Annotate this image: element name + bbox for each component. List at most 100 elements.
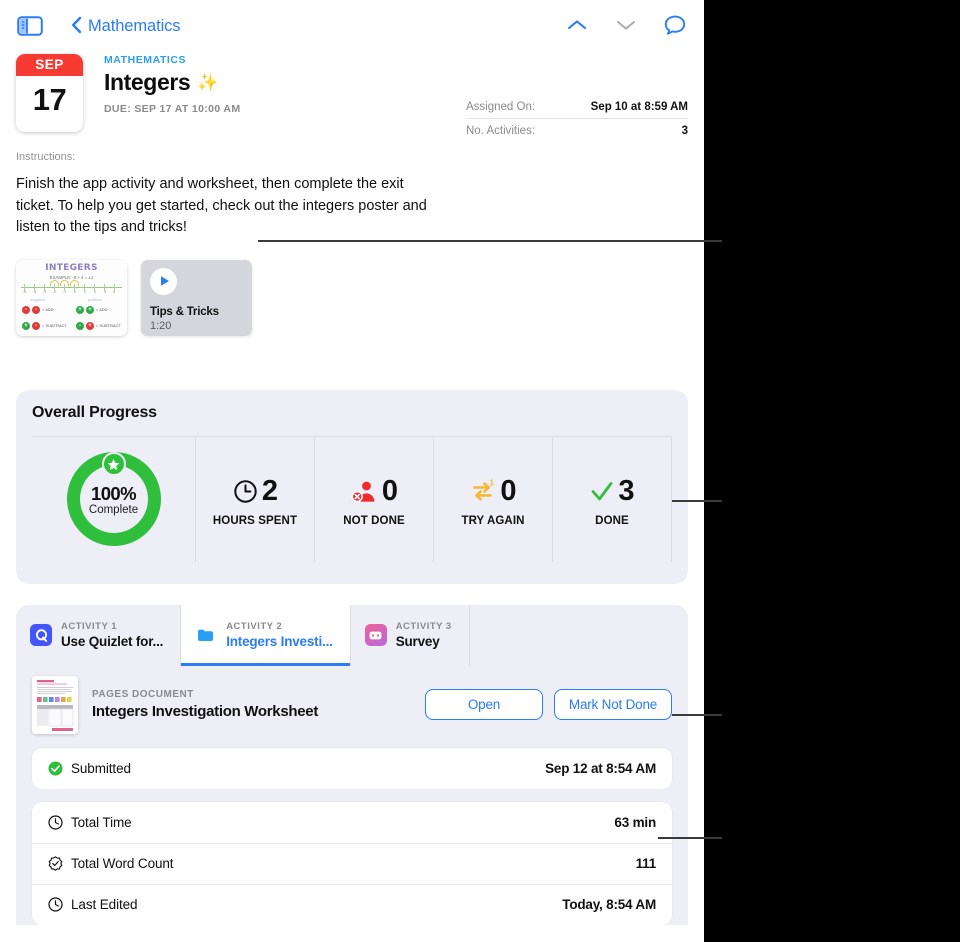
number-label: 3 xyxy=(104,289,106,294)
chevron-up-icon[interactable] xyxy=(564,13,590,37)
loop-retry-icon: 1 xyxy=(473,479,495,501)
mark-not-done-button[interactable]: Mark Not Done xyxy=(554,689,672,720)
open-button[interactable]: Open xyxy=(425,689,543,720)
stat-done: 3 DONE xyxy=(552,436,672,562)
progress-label: Complete xyxy=(88,503,139,516)
number-label: 1 xyxy=(84,289,86,294)
audio-duration: 1:20 xyxy=(150,319,172,332)
progress-stats: 100% Complete 2 HOURS SPENT 0 NOT DONE 1… xyxy=(32,436,672,562)
ring-center-text: 100% Complete xyxy=(89,483,138,516)
tips-and-tricks-audio-card[interactable]: Tips & Tricks 1:20 xyxy=(141,259,252,336)
row-label: Last Edited xyxy=(71,897,138,912)
sidebar-toggle-icon[interactable] xyxy=(17,16,43,36)
callout-leader-line xyxy=(672,714,722,716)
stat-top: 3 xyxy=(590,477,635,506)
back-chevron-icon[interactable] xyxy=(70,15,84,35)
number-label: -1 xyxy=(63,289,67,294)
legend-chip: - xyxy=(32,321,40,330)
row-label: Total Word Count xyxy=(71,856,174,871)
number-label: -2 xyxy=(53,289,57,294)
clock-icon xyxy=(48,814,63,830)
assignment-detail-window: Mathematics SEP 17 MATHEMATICS Integers … xyxy=(0,0,704,942)
meta-row: No. Activities: 3 xyxy=(466,118,688,142)
poster-artwork: INTEGERS EXAMPLE: -5 + 4 = ±1 -5 -4 -3 -… xyxy=(16,259,127,336)
tab-activity-2[interactable]: ACTIVITY 2 Integers Investi... xyxy=(181,604,351,666)
title-line: Integers ✨ xyxy=(104,69,240,96)
row-label: Total Time xyxy=(71,814,132,830)
instructions-text: Finish the app activity and worksheet, t… xyxy=(16,176,427,235)
audio-title: Tips & Tricks xyxy=(150,305,219,318)
meta-value: 3 xyxy=(681,125,688,137)
stat-hours-spent: 2 HOURS SPENT xyxy=(195,436,314,562)
tab-text: ACTIVITY 2 Integers Investi... xyxy=(226,621,333,649)
integers-poster-thumbnail[interactable]: INTEGERS EXAMPLE: -5 + 4 = ±1 -5 -4 -3 -… xyxy=(16,259,127,336)
progress-percent: 100% xyxy=(91,482,137,504)
progress-ring-track: 100% Complete xyxy=(66,452,161,546)
legend-chip: - xyxy=(22,305,30,314)
legend-text: = ADD xyxy=(96,307,108,312)
stat-not-done: 0 NOT DONE xyxy=(314,436,433,562)
files-app-icon xyxy=(195,624,218,646)
number-label: -5 xyxy=(23,289,27,294)
poster-legend-row: + + = ADD xyxy=(76,305,108,314)
poster-legend-row: - - = ADD xyxy=(22,305,54,314)
chevron-down-icon[interactable] xyxy=(613,13,639,37)
row-key: Submitted xyxy=(48,761,131,776)
poster-legend-row: + - = SUBTRACT xyxy=(22,321,68,330)
submitted-card: Submitted Sep 12 at 8:54 AM xyxy=(32,747,672,789)
due-date-label: DUE: SEP 17 AT 10:00 AM xyxy=(104,103,241,115)
row-value: 63 min xyxy=(614,814,656,830)
stat-top: 0 xyxy=(351,477,398,506)
submitted-value: Sep 12 at 8:54 AM xyxy=(545,760,656,776)
assignment-meta-table: Assigned On: Sep 10 at 8:59 AM No. Activ… xyxy=(466,98,688,142)
page-title: Integers xyxy=(104,69,191,95)
completion-ring: 100% Complete xyxy=(32,437,195,562)
tab-text: ACTIVITY 1 Use Quizlet for... xyxy=(61,621,163,649)
clock-icon xyxy=(234,480,257,503)
callout-leader-line xyxy=(258,240,722,242)
stat-value: 0 xyxy=(500,475,516,507)
row-key: Total Time xyxy=(48,815,132,830)
pages-document-thumbnail[interactable] xyxy=(32,675,78,734)
submitted-label: Submitted xyxy=(71,760,131,776)
date-badge: SEP 17 xyxy=(16,54,83,132)
stat-value: 2 xyxy=(261,475,278,507)
assignment-header: SEP 17 MATHEMATICS Integers ✨ DUE: SEP 1… xyxy=(0,48,704,137)
row-value: Today, 8:54 AM xyxy=(562,897,656,912)
activities-card: ACTIVITY 1 Use Quizlet for... ACTIVITY 2… xyxy=(16,604,688,925)
attachments-list: INTEGERS EXAMPLE: -5 + 4 = ±1 -5 -4 -3 -… xyxy=(0,259,704,336)
stat-label: NOT DONE xyxy=(343,515,405,527)
table-row: Total Word Count 111 xyxy=(32,842,672,884)
back-label[interactable]: Mathematics xyxy=(88,17,181,36)
poster-example: EXAMPLE: -5 + 4 = ±1 xyxy=(49,274,94,280)
play-icon[interactable] xyxy=(150,267,177,295)
tab-activity-1[interactable]: ACTIVITY 1 Use Quizlet for... xyxy=(16,604,182,666)
poster-heading: INTEGERS xyxy=(45,262,98,273)
checkmark-circle-icon xyxy=(48,761,63,775)
legend-text: = SUBTRACT xyxy=(96,323,122,328)
stat-top: 2 xyxy=(233,475,278,507)
svg-text:1: 1 xyxy=(490,479,495,487)
legend-chip: + xyxy=(76,305,84,314)
row-key: Last Edited xyxy=(48,897,138,912)
number-label: 2 xyxy=(94,289,96,294)
legend-chip: - xyxy=(32,305,40,314)
legend-text: = ADD xyxy=(42,307,54,312)
tab-activity-3[interactable]: ACTIVITY 3 Survey xyxy=(351,604,470,666)
legend-text: = SUBTRACT xyxy=(42,323,68,328)
navbar-actions xyxy=(564,13,688,37)
tabs-filler xyxy=(470,605,688,666)
stat-try-again: 1 0 TRY AGAIN xyxy=(433,436,552,562)
comment-bubble-icon[interactable] xyxy=(662,13,688,37)
row-key: Total Word Count xyxy=(48,856,174,871)
poster-right-label: positive xyxy=(88,296,102,302)
meta-key: No. Activities: xyxy=(466,125,536,137)
tab-text: ACTIVITY 3 Survey xyxy=(396,621,452,649)
screenshot-root: Mathematics SEP 17 MATHEMATICS Integers … xyxy=(0,0,960,942)
tab-eyebrow: ACTIVITY 1 xyxy=(61,621,118,632)
poster-legend-row: - + = SUBTRACT xyxy=(76,321,122,330)
tab-eyebrow: ACTIVITY 3 xyxy=(395,621,452,632)
activity-details-card: Total Time 63 min Total Word Count 111 L… xyxy=(32,801,672,925)
activity-document-row: PAGES DOCUMENT Integers Investigation Wo… xyxy=(16,665,688,748)
instructions-section: Instructions: Finish the app activity an… xyxy=(0,151,704,239)
